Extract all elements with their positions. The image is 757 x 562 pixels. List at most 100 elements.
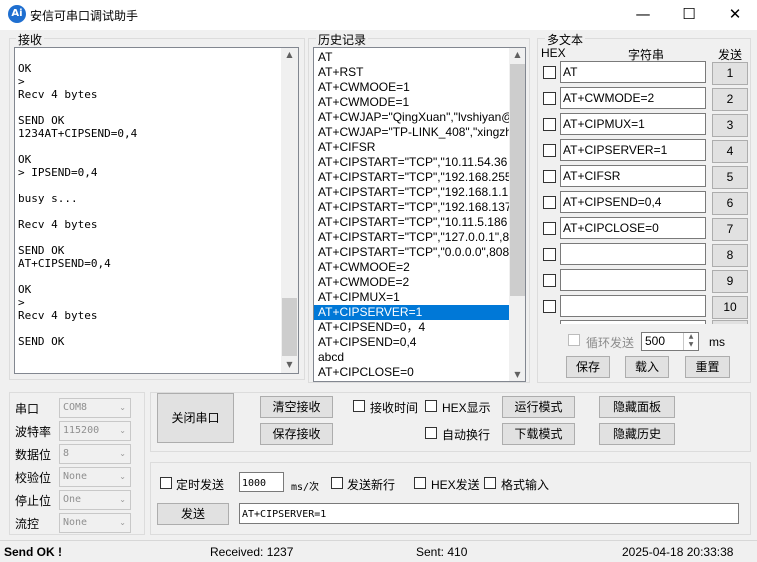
history-item[interactable]: AT+CIPSTART="TCP","192.168.137 (314, 200, 509, 215)
receive-textarea[interactable]: OK > Recv 4 bytes SEND OK 1234AT+CIPSEND… (14, 47, 299, 374)
multitext-send-button[interactable]: 7 (712, 218, 748, 241)
multitext-hex-checkbox[interactable] (543, 66, 556, 79)
maximize-button[interactable]: ☐ (666, 0, 712, 30)
spin-up-icon[interactable]: ▲ (684, 333, 698, 341)
history-item[interactable]: AT+CIPCLOSE=0 (314, 365, 509, 380)
multitext-input[interactable]: AT+CIPMUX=1 (560, 113, 706, 135)
multitext-send-button[interactable]: 8 (712, 244, 748, 267)
history-item[interactable]: abcd (314, 350, 509, 365)
minimize-button[interactable]: — (620, 0, 666, 30)
send-input[interactable]: AT+CIPSERVER=1 (239, 503, 739, 524)
loop-send-checkbox[interactable] (568, 334, 580, 346)
multitext-input[interactable] (560, 243, 706, 265)
history-item[interactable]: AT+CIPMUX=1 (314, 290, 509, 305)
load-multitext-button[interactable]: 载入 (625, 356, 669, 378)
history-item[interactable]: AT+RST (314, 65, 509, 80)
multitext-send-button[interactable]: 3 (712, 114, 748, 137)
chevron-down-icon[interactable]: ⌄ (119, 399, 126, 417)
history-item[interactable]: AT+CIPSTART="TCP","127.0.0.1",8 (314, 230, 509, 245)
history-item[interactable]: AT+CIPSTART="TCP","0.0.0.0",808 (314, 245, 509, 260)
history-item[interactable]: AT+CIPSTART="TCP","192.168.255 (314, 170, 509, 185)
scroll-up-arrow-icon[interactable]: ▲ (509, 50, 525, 59)
close-window-button[interactable]: ✕ (712, 0, 757, 30)
scroll-down-arrow-icon[interactable]: ▼ (281, 360, 298, 369)
chevron-down-icon[interactable]: ⌄ (119, 514, 126, 532)
history-item[interactable]: AT+CIPSTART="TCP","192.168.1.1 (314, 185, 509, 200)
port-setting-select[interactable]: One ⌄ (59, 490, 131, 510)
send-newline-checkbox[interactable] (331, 477, 343, 489)
receive-scroll-thumb[interactable] (282, 298, 297, 356)
auto-wrap-checkbox[interactable] (425, 427, 437, 439)
multitext-input[interactable]: AT+CWMODE=2 (560, 87, 706, 109)
multitext-input[interactable]: AT (560, 61, 706, 83)
multitext-input[interactable]: AT+CIPSERVER=1 (560, 139, 706, 161)
hide-history-button[interactable]: 隐藏历史 (599, 423, 675, 445)
history-scrollbar[interactable]: ▲ ▼ (509, 48, 525, 381)
multitext-send-button[interactable]: 5 (712, 166, 748, 189)
scroll-down-arrow-icon[interactable]: ▼ (509, 370, 525, 379)
port-setting-select[interactable]: 8 ⌄ (59, 444, 131, 464)
history-item[interactable]: AT+CIPSTART="TCP","10.11.5.186 (314, 215, 509, 230)
multitext-hex-checkbox[interactable] (543, 274, 556, 287)
port-setting-select[interactable]: 115200 ⌄ (59, 421, 131, 441)
multitext-input[interactable]: AT+CIFSR (560, 165, 706, 187)
chevron-down-icon[interactable]: ⌄ (119, 468, 126, 486)
reset-multitext-button[interactable]: 重置 (685, 356, 730, 378)
multitext-input[interactable] (560, 269, 706, 291)
history-item[interactable]: AT+CIPSERVER=1 (314, 305, 509, 320)
multitext-send-button[interactable]: 4 (712, 140, 748, 163)
history-scroll-thumb[interactable] (510, 64, 525, 296)
multitext-hex-checkbox[interactable] (543, 92, 556, 105)
chevron-down-icon[interactable]: ⌄ (119, 491, 126, 509)
multitext-send-button[interactable]: 2 (712, 88, 748, 111)
interval-input[interactable]: 1000 (239, 472, 284, 492)
port-setting-select[interactable]: COM8 ⌄ (59, 398, 131, 418)
history-item[interactable]: AT+CWJAP="QingXuan","lvshiyan@ (314, 110, 509, 125)
history-item[interactable]: AT (314, 50, 509, 65)
history-item[interactable]: AT+CIPSEND=0，4 (314, 320, 509, 335)
history-item[interactable]: AT+CIFSR (314, 140, 509, 155)
download-mode-button[interactable]: 下载模式 (502, 423, 575, 445)
port-setting-select[interactable]: None ⌄ (59, 467, 131, 487)
multitext-send-button[interactable]: 10 (712, 296, 748, 319)
multitext-input[interactable] (560, 295, 706, 317)
multitext-send-button[interactable]: 1 (712, 62, 748, 85)
clear-receive-button[interactable]: 清空接收 (260, 396, 333, 418)
multitext-hex-checkbox[interactable] (543, 144, 556, 157)
close-port-button[interactable]: 关闭串口 (157, 393, 234, 443)
hide-panel-button[interactable]: 隐藏面板 (599, 396, 675, 418)
history-item[interactable]: AT+CWMOOE=2 (314, 260, 509, 275)
scroll-up-arrow-icon[interactable]: ▲ (281, 50, 298, 59)
format-input-checkbox[interactable] (484, 477, 496, 489)
multitext-send-button[interactable]: 9 (712, 270, 748, 293)
history-list[interactable]: AT AT+RST AT+CWMOOE=1 AT+CWMODE=1 AT+CWJAP="… (313, 47, 526, 382)
hex-send-checkbox[interactable] (414, 477, 426, 489)
history-item[interactable]: AT+CWMOOE=1 (314, 80, 509, 95)
timed-send-checkbox[interactable] (160, 477, 172, 489)
receive-time-checkbox[interactable] (353, 400, 365, 412)
history-item[interactable]: AT+CWJAP="TP-LINK_408","xingzh (314, 125, 509, 140)
hex-display-checkbox[interactable] (425, 400, 437, 412)
loop-interval-input[interactable]: 500 ▲ ▼ (641, 332, 699, 351)
history-item[interactable]: AT+CIPSTART="TCP","10.11.54.36 (314, 155, 509, 170)
multitext-send-button[interactable]: 6 (712, 192, 748, 215)
multitext-input[interactable]: AT+CIPCLOSE=0 (560, 217, 706, 239)
run-mode-button[interactable]: 运行模式 (502, 396, 575, 418)
multitext-hex-checkbox[interactable] (543, 170, 556, 183)
multitext-hex-checkbox[interactable] (543, 300, 556, 313)
port-setting-select[interactable]: None ⌄ (59, 513, 131, 533)
multitext-hex-checkbox[interactable] (543, 248, 556, 261)
chevron-down-icon[interactable]: ⌄ (119, 422, 126, 440)
multitext-input[interactable]: AT+CIPSEND=0,4 (560, 191, 706, 213)
multitext-hex-checkbox[interactable] (543, 118, 556, 131)
history-item[interactable]: AT+CWMODE=2 (314, 275, 509, 290)
spin-down-icon[interactable]: ▼ (684, 341, 698, 349)
receive-scrollbar[interactable]: ▲ ▼ (281, 48, 298, 373)
chevron-down-icon[interactable]: ⌄ (119, 445, 126, 463)
history-item[interactable]: AT+CIPSEND=0,4 (314, 335, 509, 350)
save-receive-button[interactable]: 保存接收 (260, 423, 333, 445)
multitext-hex-checkbox[interactable] (543, 196, 556, 209)
send-button[interactable]: 发送 (157, 503, 229, 525)
save-multitext-button[interactable]: 保存 (566, 356, 610, 378)
history-item[interactable]: AT+CWMODE=1 (314, 95, 509, 110)
